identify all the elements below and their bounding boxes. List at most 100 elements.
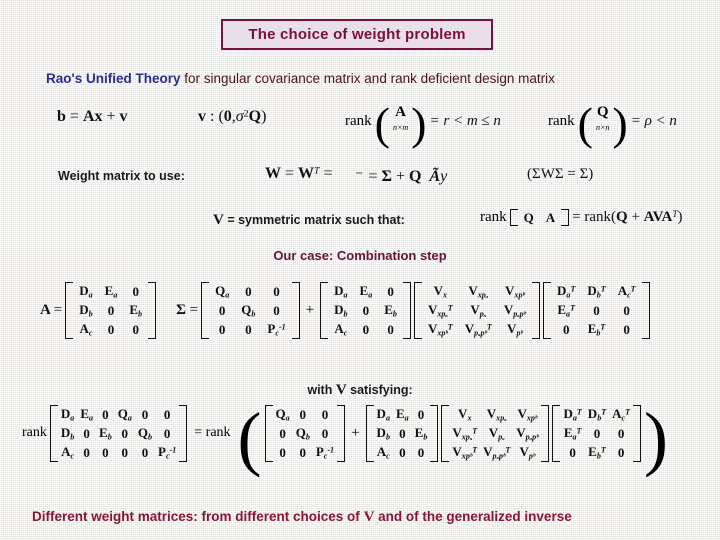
matrix-cell: 0	[102, 406, 109, 422]
plus-operator-2: +	[351, 424, 360, 441]
matrix-row: Vx Vxpₐ Vxpᵇ	[422, 282, 532, 301]
matrix-cell: Vxpᵇ	[505, 283, 525, 300]
matrix-cell: 0	[321, 406, 329, 422]
matrix-cell: 0	[273, 302, 280, 318]
rank-label-big-left: rank	[22, 425, 47, 441]
matrix-cell: Qb	[241, 301, 256, 319]
formula-sigma-identity: (ΣWΣ = Σ)	[527, 166, 594, 182]
matrix-cell: Vpᵇ	[507, 320, 523, 338]
matrix-row: 0 Qb 0	[209, 301, 292, 320]
matrix-cell: 0	[83, 425, 90, 441]
matrix-cell: 0	[163, 406, 171, 422]
matrix-cell: 0	[562, 321, 570, 337]
theory-subtitle: Rao's Unified Theory for singular covari…	[46, 71, 555, 86]
matrix-cell: 0	[417, 406, 425, 422]
matrix-cell: Ea	[395, 406, 409, 423]
our-case-heading: Our case: Combination step	[273, 248, 447, 263]
matrix-cell: 0	[83, 444, 90, 460]
matrix-big-sigma-body: Qa 0 0 0 Qb 0 0 0 Pc-1	[273, 405, 338, 462]
theory-name: Rao's Unified Theory	[46, 71, 181, 86]
matrix-cell: 0	[107, 321, 115, 337]
rank-q-matrix: Q	[596, 104, 609, 120]
matrix-A2-body: Da Ea 0 Db 0 Eb Ac 0 0	[328, 282, 403, 339]
matrix-cell: Qa	[117, 406, 132, 423]
matrix-cell: Db	[334, 301, 348, 319]
table-row: Q A	[518, 209, 562, 226]
matrix-cell: Qb	[295, 424, 310, 442]
matrix-row: Ac 0 0	[73, 320, 148, 339]
matrix-cell: 0	[623, 302, 630, 318]
matrix-cell: Ac	[376, 443, 390, 461]
matrix-row: EaT 0 0	[551, 301, 642, 320]
matrix-cell: 0	[569, 444, 576, 460]
matrix-cell: VxpᵇT	[427, 320, 453, 338]
matrix-cell: 0	[121, 425, 129, 441]
matrix-cell: 0	[387, 283, 394, 299]
matrix-cell: 0	[399, 444, 406, 460]
matrix-cell: Da	[60, 406, 75, 423]
matrix-cell: Ac	[61, 443, 75, 461]
matrix-cell: 0	[623, 321, 630, 337]
matrix-cell: Ea	[104, 283, 118, 300]
matrix-cell: Vx	[458, 406, 472, 423]
rank-a-dims: n×m	[392, 123, 409, 132]
matrix-cell: EbT	[588, 443, 606, 461]
matrix-cell: 0	[299, 406, 307, 422]
bottom-caption: Different weight matrices: from differen…	[32, 509, 572, 526]
matrix-cell: 0	[273, 283, 280, 299]
matrix-cell: AcT	[617, 283, 636, 300]
matrix-row: Db 0 Eb	[73, 301, 148, 320]
v-definition-label: V = symmetric matrix such that:	[213, 212, 405, 228]
matrix-cell: 0	[321, 425, 329, 441]
formula-rank-a: rank ( A n×m ) = r < m ≤ n	[345, 98, 501, 149]
matrix-cell: Ac	[79, 320, 93, 338]
formula-weight-broken: ⁻ = Σ + Q Ãу	[355, 168, 448, 185]
matrix-cell: Db	[60, 424, 75, 442]
matrix-cell: 0	[218, 321, 226, 337]
matrix-cell: DaT	[563, 406, 582, 423]
matrix-cell: 0	[132, 321, 139, 337]
matrix-row: DaT DbT AcT	[560, 405, 633, 424]
matrix-row: Db 0 Eb	[374, 424, 431, 443]
matrix-cell: Ea	[359, 283, 373, 300]
matrix-row: VxpᵇT VpₐpᵇT Vpᵇ	[422, 320, 532, 339]
matrix-row: 0 0 Pc-1	[209, 320, 292, 339]
matrix-row: EaT 0 0	[560, 424, 633, 443]
matrix-A-body: Da Ea 0 Db 0 Eb Ac 0 0	[73, 282, 148, 339]
matrix-V: Vx Vxpₐ Vxpᵇ VxpₐT Vpₐ Vpₐpᵇ VxpᵇT VpₐpᵇT Vpᵇ	[413, 282, 541, 339]
matrix-cell: Eb	[99, 424, 112, 442]
rank-label-qa: rank	[480, 209, 507, 225]
matrix-q-a: Q A	[509, 208, 570, 227]
matrix-AT: DaT DbT AcT EaT 0 0 0 EbT 0	[543, 282, 650, 339]
matrix-cell: 0	[617, 444, 625, 460]
matrix-cell: 0	[218, 302, 226, 318]
matrix-cell: 0	[387, 321, 394, 337]
matrix-cell: Vxpᵇ	[517, 406, 538, 423]
combination-equation: A = Da Ea 0 Db 0 Eb Ac 0 0 Σ = Qa 0 0 0 Qb 0 0 0 Pc-1 + …	[40, 282, 650, 339]
matrix-row: Qa 0 0	[273, 405, 338, 424]
matrix-cell: A	[545, 209, 556, 225]
matrix-cell: Pc-1	[158, 443, 177, 461]
matrix-row: 0 0 Pc-1	[273, 443, 338, 462]
matrix-cell: AcT	[612, 406, 631, 423]
matrix-cell: Pc-1	[315, 443, 335, 461]
matrix-row: 0 EbT 0	[560, 443, 633, 462]
matrix-cell: Qa	[275, 406, 290, 423]
rank-label: rank	[345, 112, 372, 129]
matrix-row: Da Ea 0	[374, 405, 431, 424]
matrix-row: VxpᵇT VpₐpᵇT Vpᵇ	[449, 443, 541, 462]
matrix-cell: Vx	[433, 283, 448, 300]
matrix-cell: 0	[279, 425, 286, 441]
matrix-cell: Eb	[414, 424, 428, 442]
matrix-AT-body: DaT DbT AcT EaT 0 0 0 EbT 0	[551, 282, 642, 339]
formula-weight-chain: W = WT =	[265, 165, 333, 182]
matrix-big-AT: DaT DbT AcT EaT 0 0 0 EbT 0	[552, 405, 642, 462]
matrix-cell: VxpₐT	[427, 301, 453, 319]
our-case-heading-wrap: Our case: Combination step	[0, 247, 720, 265]
matrix-cell: 0	[163, 425, 171, 441]
matrix-A: Da Ea 0 Db 0 Eb Ac 0 0	[65, 282, 157, 339]
matrix-row: Da Ea 0	[328, 282, 403, 301]
matrix-row: 0 EbT 0	[551, 320, 642, 339]
matrix-cell: 0	[593, 425, 601, 441]
matrix-cell: Eb	[384, 301, 397, 319]
